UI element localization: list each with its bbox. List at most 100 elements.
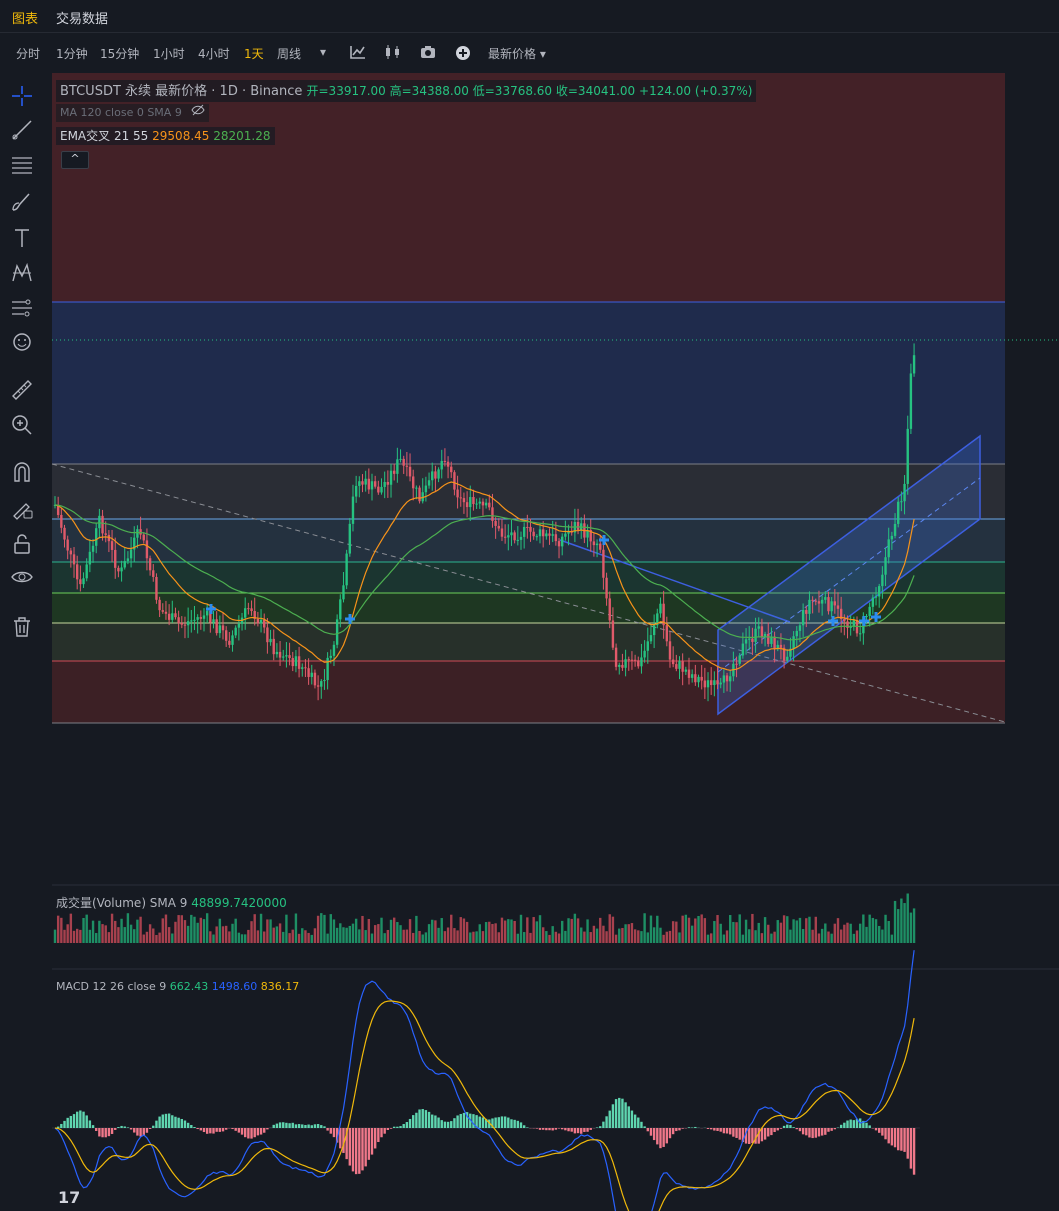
macd-histogram-bar [396, 1126, 399, 1128]
candle-body [637, 660, 640, 667]
volume-bar [79, 929, 82, 943]
volume-bar [719, 923, 722, 943]
macd-histogram-bar [75, 1111, 79, 1128]
price-chart[interactable] [0, 0, 1059, 1211]
macd-histogram-bar [389, 1128, 393, 1129]
candle-body [494, 520, 497, 526]
macd-histogram-bar [878, 1128, 881, 1133]
macd-histogram-bar [687, 1127, 691, 1128]
hidden-eye-icon[interactable] [191, 104, 205, 119]
volume-bar [123, 927, 126, 943]
macd-histogram-bar [722, 1128, 726, 1134]
macd-histogram-bar [599, 1126, 602, 1128]
macd-histogram-bar [713, 1128, 716, 1131]
macd-histogram-bar [583, 1128, 586, 1132]
volume-bar [738, 914, 741, 943]
volume-bar [649, 915, 653, 943]
volume-bar [548, 934, 551, 943]
collapse-legend-button[interactable]: ^ [61, 151, 89, 169]
macd-histogram-bar [66, 1117, 69, 1128]
macd-label: MACD 12 26 close 9 [56, 980, 167, 993]
macd-histogram-bar [110, 1128, 114, 1134]
candle-body [88, 551, 92, 565]
candle-body [278, 651, 282, 658]
candle-body [798, 625, 802, 631]
macd-histogram-bar [326, 1128, 329, 1131]
candle-body [275, 651, 279, 655]
macd-histogram-bar [380, 1128, 383, 1138]
candle-body [69, 550, 73, 555]
volume-bar [63, 929, 66, 943]
volume-bar [897, 909, 900, 943]
volume-bar [906, 893, 909, 943]
macd-histogram-bar [586, 1128, 589, 1132]
volume-bar [269, 919, 272, 943]
candle-body [665, 625, 669, 642]
volume-bar [580, 927, 583, 943]
ma-legend-label: MA 120 close 0 SMA 9 [60, 106, 182, 119]
volume-bar [836, 918, 840, 943]
volume-bar [839, 929, 843, 943]
volume-bar [694, 918, 697, 943]
macd-histogram-bar [763, 1128, 767, 1140]
volume-bar [900, 898, 903, 943]
volume-bar [665, 931, 669, 943]
candle-body [310, 672, 313, 677]
macd-histogram-bar [237, 1128, 241, 1133]
volume-bar [722, 934, 726, 943]
candle-body [820, 599, 824, 604]
volume-bar [484, 922, 488, 943]
macd-histogram-bar [827, 1128, 830, 1132]
macd-histogram-bar [846, 1120, 849, 1128]
macd-histogram-bar [671, 1128, 675, 1135]
volume-bar [627, 924, 630, 943]
volume-bar [656, 915, 659, 943]
macd-histogram-bar [431, 1114, 434, 1128]
macd-histogram-bar [472, 1114, 475, 1128]
volume-bar [827, 931, 830, 943]
candle-body [817, 601, 821, 604]
macd-histogram-bar [367, 1128, 371, 1160]
volume-bar [557, 933, 561, 943]
candle-body [576, 521, 580, 530]
macd-histogram-bar [779, 1128, 783, 1129]
candle-body [824, 597, 827, 600]
volume-bar [846, 922, 849, 943]
candle-body [507, 535, 510, 538]
volume-bar [643, 913, 646, 943]
macd-histogram-bar [770, 1128, 773, 1136]
volume-bar [757, 922, 760, 943]
volume-legend: 成交量(Volume) SMA 9 48899.7420000 [56, 894, 287, 911]
volume-bar [218, 918, 222, 943]
candle-body [110, 541, 114, 550]
candle-body [893, 523, 897, 536]
volume-bar [595, 928, 599, 943]
volume-bar [345, 927, 348, 943]
macd-histogram-bar [646, 1128, 649, 1132]
candle-body [82, 578, 85, 585]
macd-histogram-bar [164, 1113, 168, 1128]
volume-bar [706, 934, 710, 943]
volume-bar [912, 908, 916, 943]
macd-histogram-bar [839, 1124, 843, 1128]
macd-histogram-bar [716, 1128, 719, 1131]
candle-body [611, 620, 615, 648]
volume-bar [421, 934, 424, 943]
volume-bar [808, 916, 811, 943]
macd-histogram-bar [497, 1117, 500, 1128]
candle-body [500, 528, 504, 537]
macd-histogram-bar [535, 1128, 539, 1129]
candle-body [291, 658, 294, 667]
candle-body [624, 659, 627, 668]
volume-bar [297, 933, 301, 943]
volume-bar [564, 930, 567, 943]
volume-bar [373, 925, 377, 943]
candle-body [186, 621, 190, 626]
volume-bar [234, 918, 237, 943]
volume-bar [199, 917, 203, 943]
candle-body [320, 681, 323, 687]
macd-histogram-bar [364, 1128, 367, 1167]
volume-bar [453, 928, 456, 943]
volume-bar [148, 924, 152, 943]
candle-body [405, 465, 409, 467]
